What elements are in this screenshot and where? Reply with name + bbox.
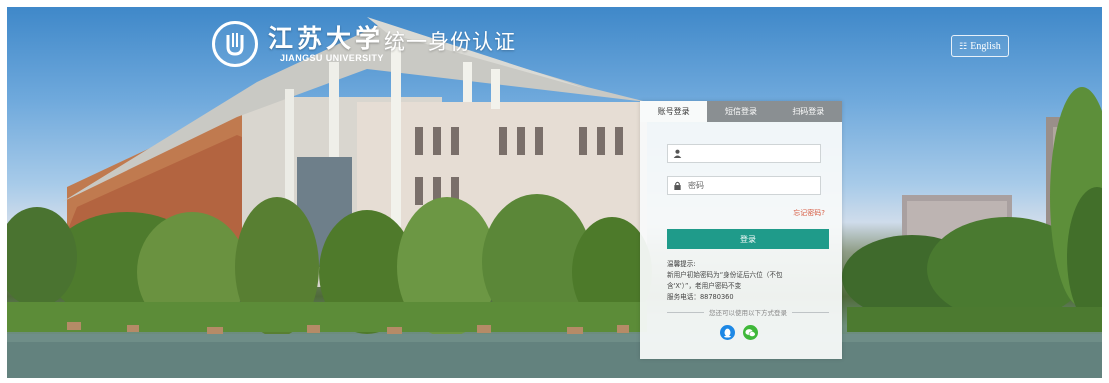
- logo-chinese-name: 江苏大学: [268, 24, 385, 53]
- qq-icon[interactable]: [720, 325, 735, 340]
- login-tips: 温馨提示: 新用户初始密码为“身份证后六位（不包 含'X'）”，老用户密码不变 …: [667, 259, 827, 303]
- tips-line-1: 新用户初始密码为“身份证后六位（不包: [667, 271, 783, 279]
- login-page-background: 江苏大学 JIANGSU UNIVERSITY 统一身份认证 ☷ English…: [7, 7, 1102, 378]
- university-logo: 江苏大学 JIANGSU UNIVERSITY: [212, 21, 384, 67]
- user-icon: [668, 149, 686, 158]
- username-field[interactable]: [667, 144, 821, 163]
- language-icon: ☷: [959, 40, 968, 51]
- forgot-password-link[interactable]: 忘记密码?: [793, 208, 825, 218]
- logo-english-name: JIANGSU UNIVERSITY: [280, 53, 384, 63]
- tab-account-login[interactable]: 账号登录: [640, 101, 708, 122]
- password-input[interactable]: [686, 178, 818, 193]
- alt-login-methods: [720, 325, 758, 340]
- system-title: 统一身份认证: [384, 30, 516, 54]
- login-tabs: 账号登录 短信登录 扫码登录: [640, 101, 842, 122]
- divider-line: [667, 311, 704, 313]
- login-button[interactable]: 登录: [667, 229, 829, 249]
- alt-login-divider: 您还可以使用以下方式登录: [667, 307, 829, 317]
- tips-line-2: 含'X'）”，老用户密码不变: [667, 282, 742, 290]
- wechat-icon[interactable]: [743, 325, 758, 340]
- username-input[interactable]: [686, 146, 818, 161]
- lock-icon: [668, 181, 686, 190]
- tab-qr-login[interactable]: 扫码登录: [774, 101, 842, 122]
- english-language-button[interactable]: ☷ English: [951, 35, 1009, 57]
- password-field[interactable]: [667, 176, 821, 195]
- alt-login-text: 您还可以使用以下方式登录: [709, 309, 787, 317]
- language-label: English: [970, 40, 1001, 52]
- tips-title: 温馨提示:: [667, 260, 696, 268]
- tips-line-3: 服务电话：88780360: [667, 293, 734, 301]
- tab-sms-login[interactable]: 短信登录: [707, 101, 775, 122]
- university-emblem-icon: [212, 21, 258, 67]
- campus-photo: [7, 17, 1102, 378]
- divider-line: [792, 311, 829, 313]
- login-panel: 账号登录 短信登录 扫码登录 忘记密码? 登录 温馨提示: 新用户初始密码为“身…: [640, 101, 842, 359]
